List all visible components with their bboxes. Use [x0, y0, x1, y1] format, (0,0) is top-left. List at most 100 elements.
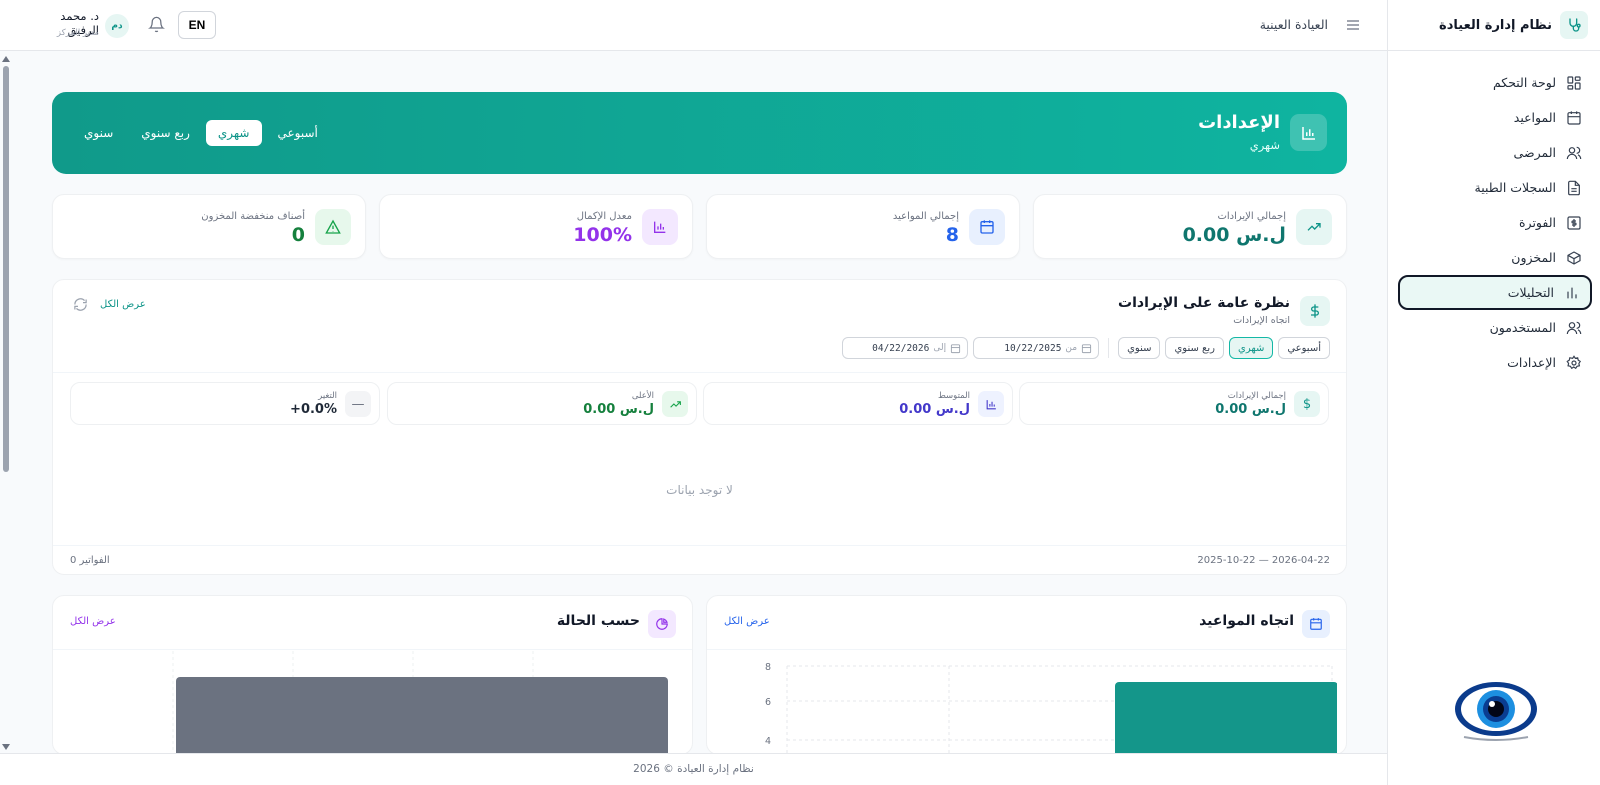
sidebar-item-billing[interactable]: الفوترة [1398, 205, 1592, 240]
tab-monthly[interactable]: شهري [205, 120, 262, 146]
box-icon [1567, 250, 1581, 265]
bar-chart-icon [978, 391, 1004, 417]
calendar-icon [951, 343, 961, 353]
app-title: نظام إدارة العيادة [1439, 17, 1552, 33]
sidebar-item-appointments[interactable]: المواعيد [1398, 100, 1592, 135]
stethoscope-icon [1560, 11, 1588, 39]
refresh-icon[interactable] [73, 297, 88, 312]
metric-label: إجمالي الإيرادات [1227, 391, 1286, 401]
sidebar-item-settings[interactable]: الإعدادات [1398, 345, 1592, 380]
panel-title: اتجاه المواعيد [1199, 613, 1294, 629]
panel-title: نظرة عامة على الإيرادات [1118, 295, 1290, 311]
filter-quarterly[interactable]: ربع سنوي [1165, 337, 1224, 359]
dollar-icon [1300, 296, 1330, 326]
menu-icon[interactable] [1345, 17, 1361, 33]
users-icon [1566, 321, 1582, 334]
date-to-field[interactable]: إلى 04/22/2026 [842, 337, 969, 359]
sidebar-item-label: المخزون [1511, 250, 1556, 265]
stat-value: 8 [945, 224, 959, 246]
stat-label: إجمالي الإيرادات [1217, 211, 1286, 222]
chart-bar [1115, 682, 1337, 754]
metric-value: ل.س 0.00 [899, 402, 970, 417]
period-tabs: أسبوعي شهري ربع سنوي سنوي [72, 120, 330, 146]
bar-chart-icon [1290, 114, 1327, 151]
tab-weekly[interactable]: أسبوعي [266, 120, 330, 146]
dollar-icon: $ [1294, 391, 1320, 417]
scrollbar[interactable] [0, 52, 12, 752]
y-tick-label: 8 [765, 662, 771, 673]
bell-icon[interactable] [148, 16, 165, 33]
view-all-link[interactable]: عرض الكل [724, 616, 770, 627]
sidebar: نظام إدارة العيادة لوحة التحكم المواعيد … [1387, 0, 1600, 785]
sidebar-item-users[interactable]: المستخدمون [1398, 310, 1592, 345]
minus-icon: — [345, 391, 371, 417]
tab-yearly[interactable]: سنوي [72, 120, 125, 146]
view-all-link[interactable]: عرض الكل [70, 616, 116, 627]
footer-text: نظام إدارة العيادة © 2026 [633, 763, 754, 775]
metric-value: ل.س 0.00 [1215, 402, 1286, 417]
chart-bar [176, 677, 668, 754]
y-tick-label: 6 [765, 697, 771, 708]
scrollbar-thumb[interactable] [3, 66, 9, 472]
metric-highest: الأعلى ل.س 0.00 [387, 382, 697, 425]
sidebar-item-patients[interactable]: المرضى [1398, 135, 1592, 170]
metric-average: المتوسط ل.س 0.00 [703, 382, 1013, 425]
divider [707, 649, 1346, 650]
sidebar-item-inventory[interactable]: المخزون [1398, 240, 1592, 275]
bar-chart-icon [1567, 287, 1577, 298]
bar-chart-icon [642, 209, 678, 245]
date-from-value: 10/22/2025 [1004, 342, 1062, 354]
sidebar-item-analytics[interactable]: التحليلات [1398, 275, 1592, 310]
revenue-filters: أسبوعي شهري ربع سنوي سنوي من 10/22/2025 … [842, 337, 1330, 359]
trend-up-icon [1296, 209, 1332, 245]
appointments-chart: 8 6 4 [765, 662, 1337, 754]
filter-monthly[interactable]: شهري [1229, 337, 1274, 359]
date-range-text: 2025-10-22 — 2026-04-22 [1197, 555, 1330, 566]
sidebar-item-medical-records[interactable]: السجلات الطبية [1398, 170, 1592, 205]
divider [53, 545, 1346, 546]
date-from-field[interactable]: من 10/22/2025 [973, 337, 1100, 359]
panel-subtitle: اتجاه الإيرادات [1233, 315, 1290, 326]
brand: نظام إدارة العيادة [1388, 0, 1600, 51]
filter-yearly[interactable]: سنوي [1118, 337, 1161, 359]
invoice-count: 0 الفواتير [70, 555, 110, 566]
filter-weekly[interactable]: أسبوعي [1278, 337, 1330, 359]
status-chart [172, 651, 668, 754]
view-all-link[interactable]: عرض الكل [100, 299, 146, 310]
dollar-icon [1567, 215, 1581, 230]
page-subtitle: شهري [1249, 138, 1280, 152]
file-icon [1568, 180, 1580, 195]
stat-value: 0 [291, 224, 305, 246]
stat-label: إجمالي المواعيد [892, 211, 959, 222]
metric-label: الأعلى [631, 391, 654, 401]
scroll-up-arrow[interactable] [2, 56, 10, 62]
calendar-icon [1302, 610, 1330, 638]
date-to-value: 04/22/2026 [872, 342, 930, 354]
gear-icon [1566, 354, 1582, 369]
metric-label: التغير [318, 391, 337, 401]
sidebar-item-label: المستخدمون [1489, 320, 1556, 335]
clinic-name: العيادة العينية [1259, 17, 1328, 32]
y-tick-label: 4 [765, 736, 771, 747]
sidebar-item-dashboard[interactable]: لوحة التحكم [1398, 65, 1592, 100]
stat-card-total-revenue: إجمالي الإيرادات ل.س 0.00 [1033, 194, 1347, 259]
pie-chart-icon [648, 610, 676, 638]
divider [53, 649, 692, 650]
avatar[interactable]: دم [105, 14, 129, 38]
calendar-icon [969, 209, 1005, 245]
stat-value: 100% [573, 224, 632, 246]
date-to-label: إلى [933, 343, 947, 353]
sidebar-nav: لوحة التحكم المواعيد المرضى السجلات الطب… [1388, 51, 1600, 380]
language-toggle-button[interactable]: EN [178, 11, 216, 39]
stat-card-total-appointments: إجمالي المواعيد 8 [706, 194, 1020, 259]
tab-quarterly[interactable]: ربع سنوي [129, 120, 202, 146]
grid-icon [1567, 75, 1581, 90]
stat-value: ل.س 0.00 [1182, 224, 1286, 246]
panel-title: حسب الحالة [556, 613, 640, 629]
sidebar-item-label: الفوترة [1519, 215, 1556, 230]
scroll-down-arrow[interactable] [2, 744, 10, 750]
stat-card-completion-rate: معدل الإكمال 100% [379, 194, 693, 259]
divider [53, 372, 1346, 373]
metric-value: ل.س 0.00 [583, 402, 654, 417]
users-icon [1566, 146, 1582, 159]
